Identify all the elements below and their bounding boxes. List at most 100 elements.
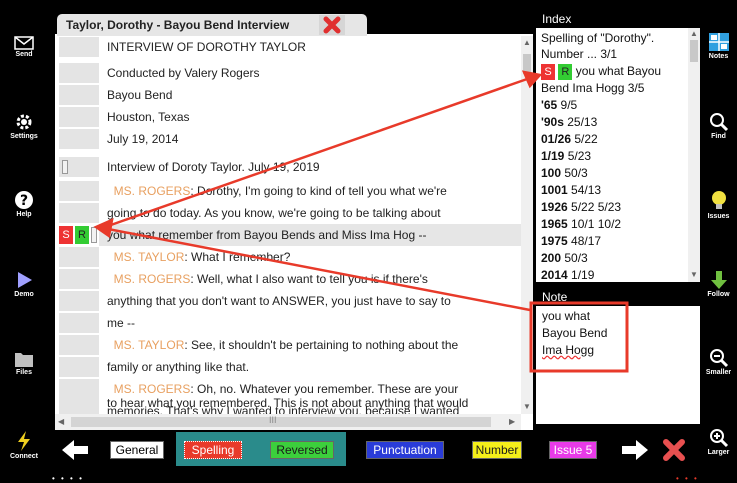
index-list[interactable]: Spelling of "Dorothy". Number ... 3/1 S … (536, 28, 688, 282)
index-refs: 10/1 10/2 (571, 217, 622, 231)
scroll-up-icon[interactable]: ▲ (523, 38, 531, 47)
issues-button[interactable]: Issues (700, 190, 737, 220)
line-gutter[interactable] (59, 357, 99, 377)
index-refs: 5/22 5/23 (571, 200, 622, 214)
line-gutter[interactable] (59, 291, 99, 311)
category-general-button[interactable]: General (110, 441, 164, 459)
index-entry[interactable]: '90s 25/13 (541, 114, 597, 130)
transcript-content[interactable]: INTERVIEW OF DOROTHY TAYLOR Conducted by… (55, 36, 521, 414)
reversed-tag[interactable]: R (75, 226, 89, 244)
index-entry[interactable]: S R you what Bayou (541, 63, 661, 80)
index-entry[interactable]: 01/26 5/22 (541, 131, 598, 147)
category-spelling-button[interactable]: Spelling (184, 441, 242, 459)
scrollbar-thumb[interactable] (690, 40, 698, 62)
transcript-line: family or anything like that. (107, 360, 250, 374)
category-punctuation-button[interactable]: Punctuation (366, 441, 444, 459)
index-entry[interactable]: 200 50/3 (541, 250, 588, 266)
line-gutter[interactable] (59, 247, 99, 267)
index-entry[interactable]: 1/19 5/23 (541, 148, 591, 164)
line-gutter[interactable] (59, 157, 99, 177)
spelling-tag[interactable]: S (59, 226, 73, 244)
scroll-right-icon[interactable]: ▶ (509, 417, 515, 426)
notes-button[interactable]: Notes (700, 32, 737, 60)
speech-text: : See, it shouldn't be pertaining to not… (184, 338, 459, 352)
index-refs: 54/13 (571, 183, 602, 197)
delete-tag-icon[interactable] (662, 438, 686, 462)
category-number-button[interactable]: Number (472, 441, 522, 459)
speaker-name: MS. ROGERS (113, 272, 191, 286)
line-gutter[interactable] (59, 335, 99, 355)
index-term: 200 (541, 251, 562, 265)
category-reversed-button[interactable]: Reversed (270, 441, 334, 459)
scrollbar-thumb[interactable]: III (71, 415, 491, 427)
line-gutter[interactable] (59, 181, 99, 201)
transcript-line: anything that you don't want to ANSWER, … (107, 294, 451, 308)
gutter-marker[interactable] (91, 227, 97, 243)
larger-button[interactable]: Larger (700, 428, 737, 456)
transcript-row: going to do today. As you know, we're go… (55, 202, 521, 224)
follow-button[interactable]: Follow (700, 270, 737, 298)
index-refs: 48/17 (571, 234, 602, 248)
index-entry[interactable]: Spelling of "Dorothy". (541, 30, 654, 46)
line-gutter[interactable] (59, 37, 99, 57)
note-textarea[interactable]: you what Bayou Bend Ima Hogg (536, 306, 700, 424)
line-gutter[interactable] (59, 393, 99, 413)
index-entry[interactable]: 1001 54/13 (541, 182, 601, 198)
files-label: Files (16, 369, 32, 376)
transcript-line: going to do today. As you know, we're go… (107, 206, 441, 220)
index-entry[interactable]: '65 9/5 (541, 97, 577, 113)
index-entry[interactable]: 2014 1/19 (541, 267, 594, 282)
scroll-down-icon[interactable]: ▼ (690, 270, 698, 279)
transcript-vertical-scrollbar[interactable]: ▲ ▼ (521, 36, 533, 414)
transcript-horizontal-scrollbar[interactable]: ◀ III ▶ (55, 414, 521, 430)
transcript-row: Conducted by Valery Rogers (55, 62, 521, 84)
note-panel: Note you what Bayou Bend Ima Hogg (536, 288, 700, 424)
send-button[interactable]: Send (0, 36, 48, 58)
demo-button[interactable]: Demo (0, 270, 48, 298)
transcript-row: MS. ROGERS: Well, what I also want to te… (55, 268, 521, 290)
index-entry[interactable]: 100 50/3 (541, 165, 588, 181)
index-entry[interactable]: Number ... 3/1 (541, 46, 617, 62)
category-issue5-button[interactable]: Issue 5 (549, 441, 597, 459)
zoom-out-icon (709, 349, 728, 368)
scroll-left-icon[interactable]: ◀ (58, 417, 64, 426)
speech-text: : What I remember? (184, 250, 291, 264)
tab-close-button[interactable] (319, 15, 345, 35)
index-entry[interactable]: Bend Ima Hogg 3/5 (541, 80, 644, 96)
scroll-up-icon[interactable]: ▲ (690, 29, 698, 38)
index-scrollbar[interactable]: ▲ ▼ (688, 28, 700, 282)
speech-text: : Well, what I also want to tell you is … (190, 272, 428, 286)
files-button[interactable]: Files (0, 350, 48, 376)
index-term: '90s (541, 115, 564, 129)
reversed-tag: R (558, 64, 573, 80)
find-button[interactable]: Find (700, 112, 737, 140)
transcript-row: MS. TAYLOR: What I remember? (55, 246, 521, 268)
smaller-button[interactable]: Smaller (700, 348, 737, 376)
settings-label: Settings (10, 133, 38, 140)
scroll-down-icon[interactable]: ▼ (523, 402, 531, 411)
thumb-grip: III (269, 415, 277, 425)
lightning-icon (18, 431, 30, 451)
index-entry[interactable]: 1926 5/22 5/23 (541, 199, 621, 215)
index-term: 1975 (541, 234, 568, 248)
note-line: Ima Hogg (542, 342, 594, 359)
line-gutter[interactable] (59, 269, 99, 289)
index-refs: 25/13 (567, 115, 598, 129)
gutter-marker[interactable] (62, 160, 68, 174)
index-term: 1/19 (541, 149, 565, 163)
line-gutter[interactable] (59, 63, 99, 83)
index-entry[interactable]: 1965 10/1 10/2 (541, 216, 621, 232)
connect-button[interactable]: Connect (0, 430, 48, 460)
line-gutter[interactable] (59, 203, 99, 223)
help-button[interactable]: ? Help (0, 190, 48, 218)
settings-button[interactable]: Settings (0, 112, 48, 140)
scrollbar-thumb[interactable] (523, 54, 531, 74)
transcript-tab[interactable]: Taylor, Dorothy - Bayou Bend Interview (57, 14, 367, 36)
line-gutter[interactable] (59, 313, 99, 333)
svg-text:?: ? (20, 193, 28, 209)
line-gutter[interactable] (59, 107, 99, 127)
index-entry[interactable]: 1975 48/17 (541, 233, 601, 249)
line-gutter[interactable] (59, 85, 99, 105)
next-arrow-icon[interactable] (620, 438, 650, 462)
previous-arrow-icon[interactable] (60, 438, 90, 462)
